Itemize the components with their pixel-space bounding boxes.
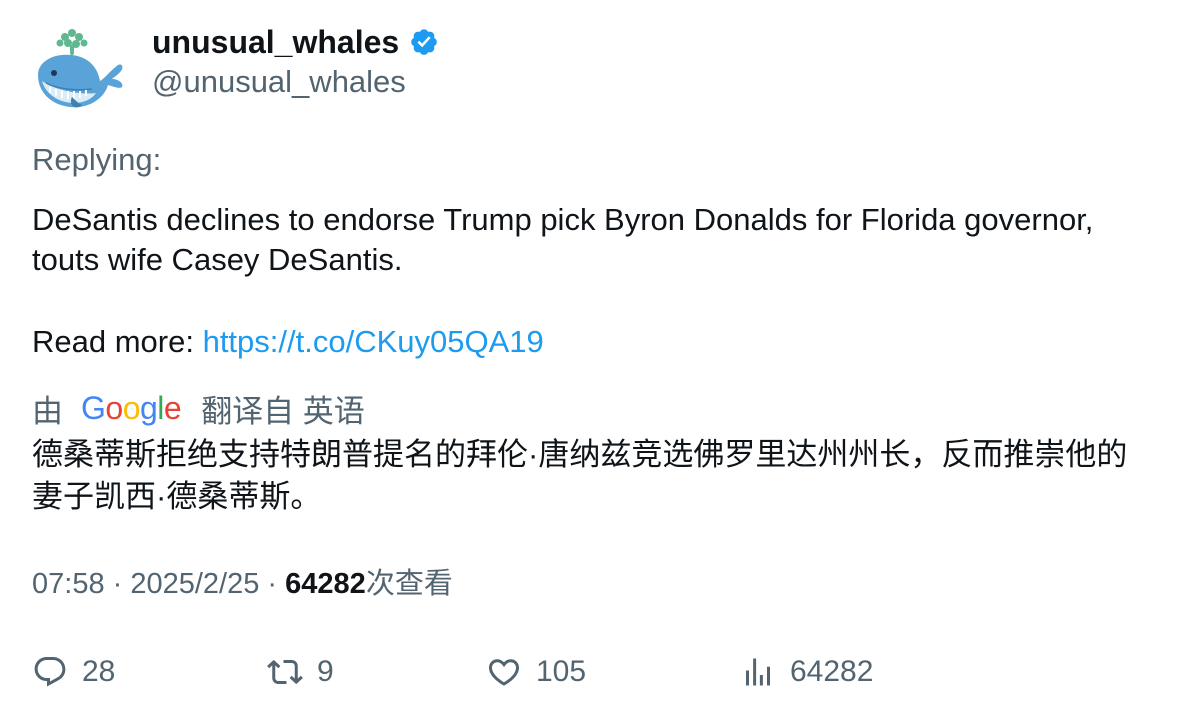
retweet-count: 9 xyxy=(317,655,334,688)
read-more-label: Read more: xyxy=(32,324,203,359)
views-action-count: 64282 xyxy=(790,655,874,688)
analytics-icon xyxy=(746,658,770,686)
tweet-text-line: DeSantis declines to endorse Trump pick … xyxy=(32,202,1094,237)
avatar[interactable] xyxy=(32,25,128,113)
tweet-text: DeSantis declines to endorse Trump pick … xyxy=(32,200,1172,280)
tweet-link[interactable]: https://t.co/CKuy05QA19 xyxy=(203,324,544,359)
whale-avatar-icon xyxy=(38,29,123,108)
author-handle[interactable]: @unusual_whales xyxy=(152,60,406,104)
tweet-date[interactable]: 2025/2/25 xyxy=(130,568,259,600)
translated-text: 德桑蒂斯拒绝支持特朗普提名的拜伦·唐纳兹竞选佛罗里达州州长，反而推崇他的 妻子凯… xyxy=(32,434,1172,518)
views-button[interactable]: 64282 xyxy=(740,648,873,696)
author-display-name[interactable]: unusual_whales xyxy=(152,20,399,64)
like-button[interactable]: 105 xyxy=(486,648,586,696)
meta-separator: · xyxy=(259,568,286,600)
read-more-line: Read more: https://t.co/CKuy05QA19 xyxy=(32,320,544,364)
tweet-text-line: touts wife Casey DeSantis. xyxy=(32,242,403,277)
retweet-button[interactable]: 9 xyxy=(267,648,334,696)
translation-attribution: 由 Google 翻译自 英语 xyxy=(32,386,365,430)
views-label: 次查看 xyxy=(365,568,453,600)
replying-label: Replying: xyxy=(32,142,162,177)
reply-count: 28 xyxy=(82,655,116,688)
like-count: 105 xyxy=(536,655,587,688)
translated-from-label: 翻译自 英语 xyxy=(201,393,365,429)
retweet-icon xyxy=(267,659,303,685)
translated-text-line: 德桑蒂斯拒绝支持特朗普提名的拜伦·唐纳兹竞选佛罗里达州州长，反而推崇他的 xyxy=(32,437,1128,472)
meta-separator: · xyxy=(104,568,131,600)
tweet-meta: 07:58 · 2025/2/25 · 64282次查看 xyxy=(32,562,453,606)
verified-badge-icon[interactable] xyxy=(409,27,439,57)
translated-by-label: 由 xyxy=(32,393,63,429)
action-bar: 28 9 105 64282 xyxy=(0,648,1196,696)
reply-icon xyxy=(34,657,66,687)
author-name-row: unusual_whales xyxy=(152,20,439,64)
tweet-time[interactable]: 07:58 xyxy=(32,568,105,600)
translated-text-line: 妻子凯西·德桑蒂斯。 xyxy=(32,479,322,514)
views-count: 64282 xyxy=(285,568,366,600)
google-logo-icon[interactable]: Google xyxy=(81,390,182,427)
reply-button[interactable]: 28 xyxy=(32,648,115,696)
heart-icon xyxy=(488,659,520,686)
